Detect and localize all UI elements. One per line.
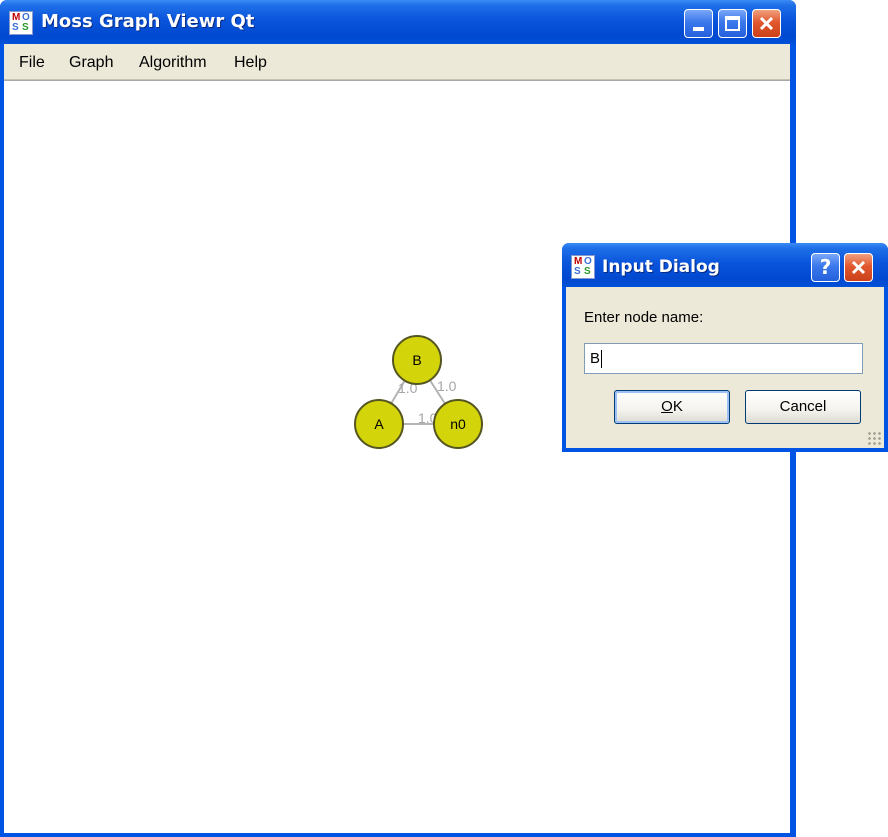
dialog-title: Input Dialog [602,257,720,277]
maximize-button[interactable] [718,9,747,38]
window-title: Moss Graph Viewr Qt [41,11,255,32]
moss-app-icon[interactable]: MOSS [9,11,33,35]
moss-app-icon: MOSS [571,255,595,279]
input-dialog: MOSS Input Dialog ? Enter node name: B O… [562,243,888,452]
maximize-icon [725,16,740,31]
graph-canvas[interactable]: 1.0 1.0 1.0 B A n0 [4,80,790,833]
edge-label-b-n0: 1.0 [437,378,457,394]
dialog-body: Enter node name: B OK Cancel [566,287,884,448]
prompt-label: Enter node name: [584,309,704,326]
node-label: B [412,352,421,368]
help-icon: ? [819,255,832,279]
ok-label-rest: K [672,398,683,415]
node-label: A [374,416,384,432]
dialog-titlebar[interactable]: MOSS Input Dialog ? [562,243,888,287]
graph-node-a[interactable]: A [354,399,404,449]
help-button[interactable]: ? [811,253,840,282]
menu-help[interactable]: Help [234,54,267,72]
graph-view[interactable]: 1.0 1.0 1.0 B A n0 [4,81,790,834]
menu-algorithm[interactable]: Algorithm [139,54,207,72]
minimize-icon [693,27,704,31]
ok-mnemonic: O [661,398,673,415]
close-button[interactable] [752,9,781,38]
ok-button[interactable]: OK [614,390,730,424]
input-value: B [590,350,601,367]
node-name-input[interactable]: B [584,343,863,374]
cancel-button[interactable]: Cancel [745,390,861,424]
close-icon [851,260,866,275]
resize-grip-icon[interactable] [867,431,881,445]
text-caret [601,350,603,369]
node-label: n0 [450,416,466,432]
menu-graph[interactable]: Graph [69,54,113,72]
close-icon [759,16,774,31]
graph-node-b[interactable]: B [392,335,442,385]
minimize-button[interactable] [684,9,713,38]
graph-node-n0[interactable]: n0 [433,399,483,449]
main-titlebar[interactable]: MOSS Moss Graph Viewr Qt [0,0,796,44]
menu-file[interactable]: File [19,54,45,72]
dialog-close-button[interactable] [844,253,873,282]
menu-bar: File Graph Algorithm Help [4,44,790,80]
